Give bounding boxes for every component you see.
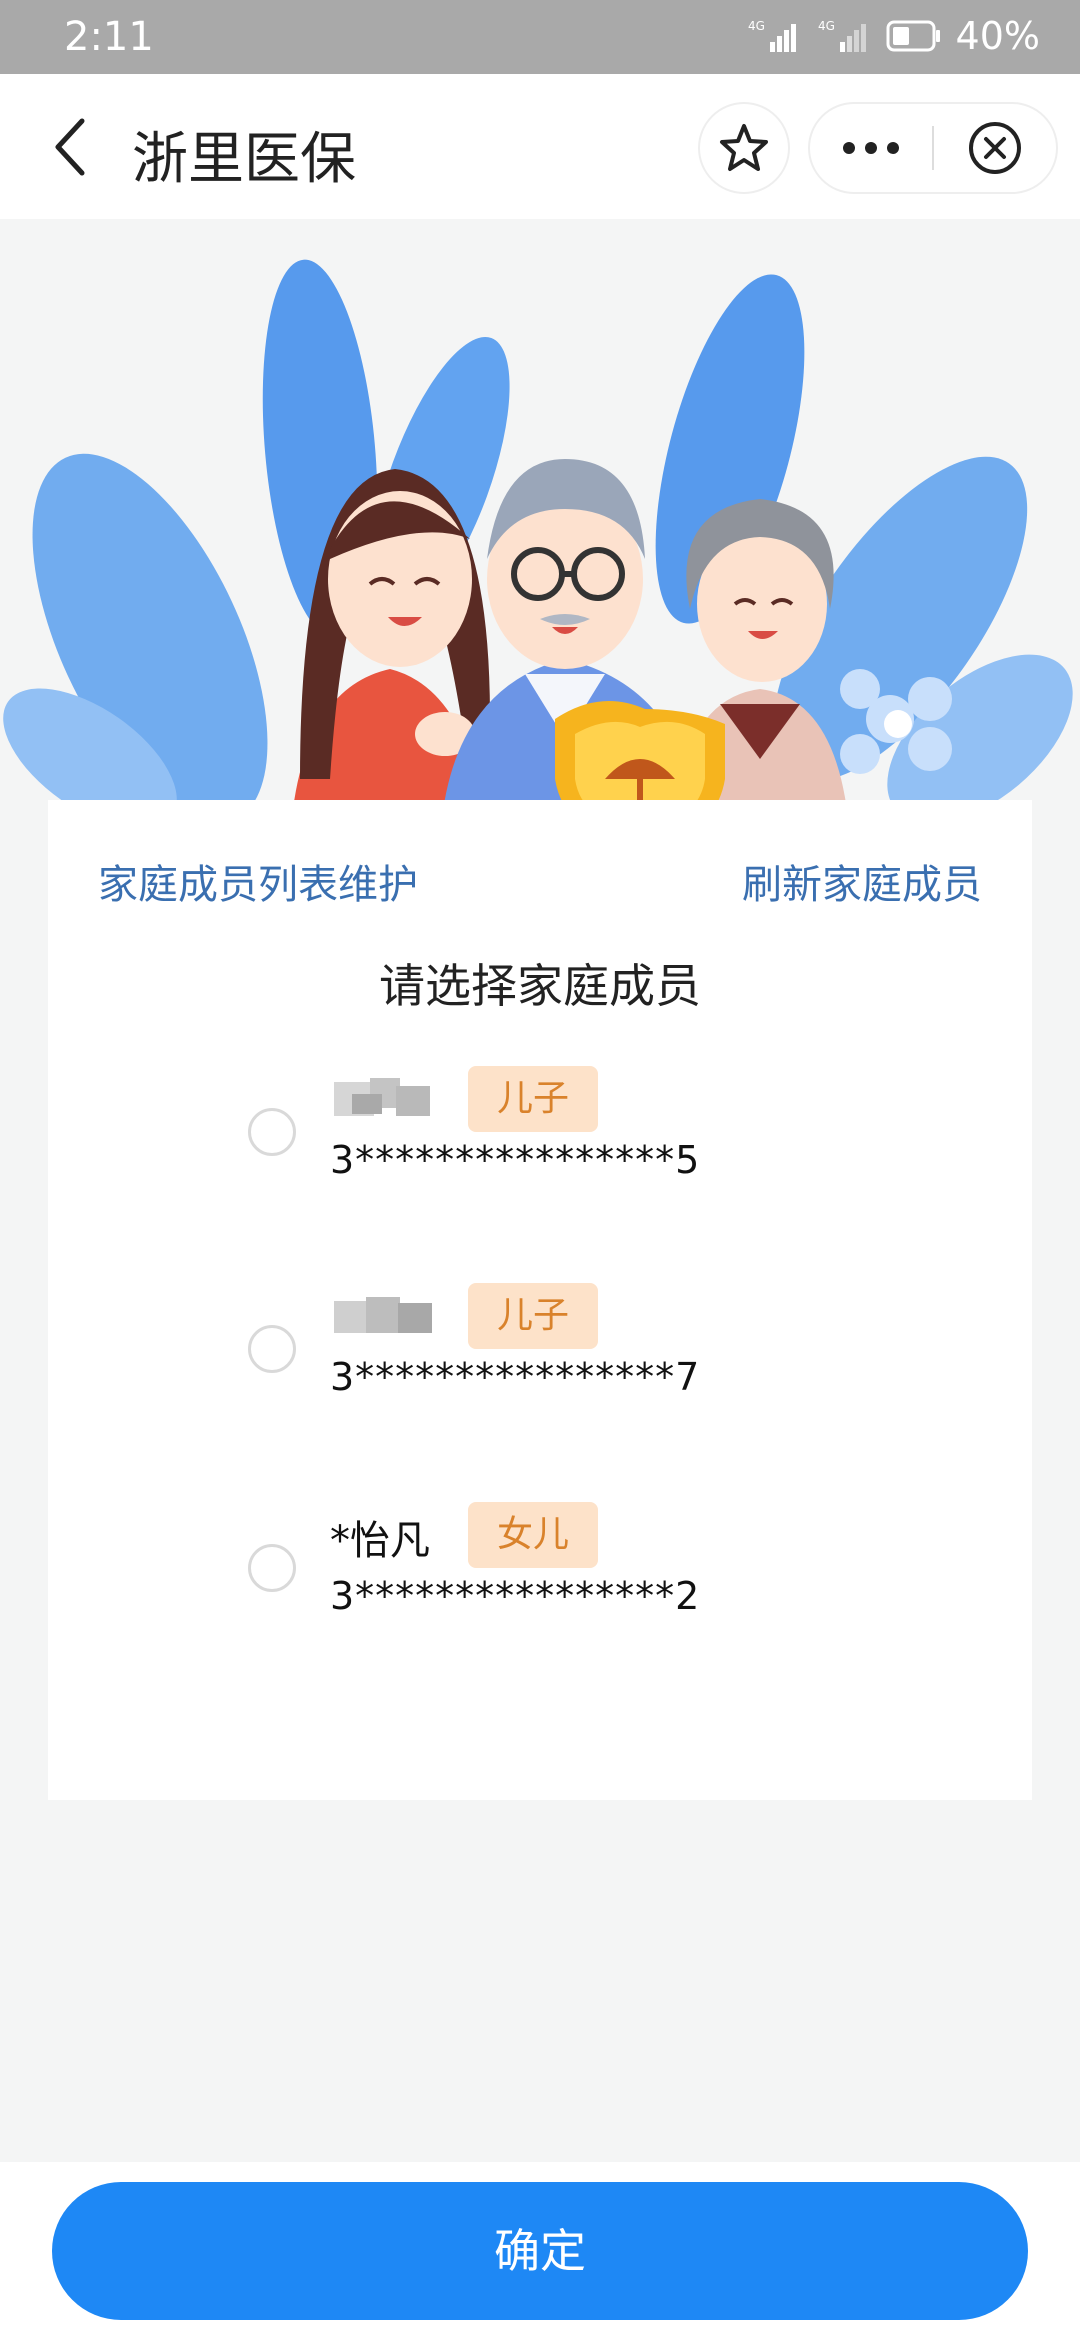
radio-button[interactable] [248, 1544, 296, 1592]
select-member-prompt: 请选择家庭成员 [379, 959, 701, 1013]
redacted-name [330, 1289, 440, 1339]
capsule-menu [810, 104, 1056, 192]
battery-percent: 40% [955, 14, 1040, 58]
confirm-button[interactable]: 确定 [52, 2182, 1028, 2320]
member-item-3[interactable]: *怡凡 女儿 3****************2 [248, 1502, 848, 1632]
battery-icon [886, 20, 940, 52]
family-illustration [3, 259, 1073, 839]
family-member-card: 家庭成员列表维护 刷新家庭成员 请选择家庭成员 儿子 3************… [48, 800, 1032, 1800]
manage-family-list-link[interactable]: 家庭成员列表维护 [98, 852, 418, 910]
page-title: 浙里医保 [132, 127, 356, 192]
signal-icon: 4G [818, 19, 866, 52]
radio-button[interactable] [248, 1108, 296, 1156]
back-button[interactable] [40, 112, 100, 182]
more-button[interactable] [810, 104, 932, 192]
member-name: *怡凡 [330, 1518, 430, 1564]
member-id: 3****************7 [330, 1355, 701, 1399]
status-right: 4G 4G 40% [746, 14, 1040, 58]
title-bar: 浙里医保 [0, 74, 1080, 219]
member-id: 3****************5 [330, 1138, 701, 1182]
member-item-1[interactable]: 儿子 3****************5 [248, 1066, 848, 1196]
more-dots-icon [843, 142, 899, 154]
signal-icon: 4G [748, 19, 796, 52]
radio-button[interactable] [248, 1325, 296, 1373]
star-icon [720, 124, 768, 171]
refresh-family-link[interactable]: 刷新家庭成员 [742, 852, 982, 910]
hero-banner [0, 219, 1080, 839]
chevron-left-icon [55, 118, 85, 176]
member-item-2[interactable]: 儿子 3****************7 [248, 1283, 848, 1413]
relation-tag: 儿子 [468, 1066, 598, 1132]
status-time: 2:11 [64, 14, 154, 60]
svg-text:4G: 4G [818, 19, 835, 33]
close-circle-icon [969, 122, 1021, 174]
relation-tag: 儿子 [468, 1283, 598, 1349]
member-id: 3****************2 [330, 1574, 701, 1618]
svg-text:4G: 4G [748, 19, 765, 33]
close-button[interactable] [934, 104, 1056, 192]
redacted-name [330, 1072, 440, 1122]
status-bar: 2:11 4G 4G 40% [0, 0, 1080, 74]
relation-tag: 女儿 [468, 1502, 598, 1568]
favorite-button[interactable] [700, 104, 788, 192]
